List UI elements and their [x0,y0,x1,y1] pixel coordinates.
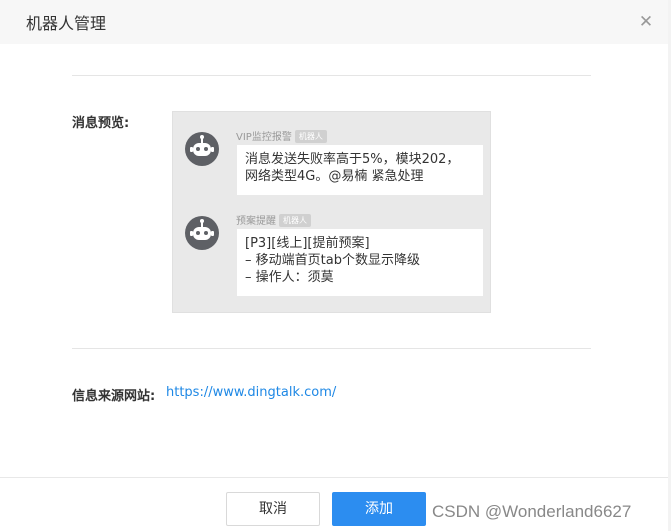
cancel-button[interactable]: 取消 [226,492,320,526]
message-preview-label: 消息预览: [72,116,130,131]
robot-tag: 机器人 [279,214,311,227]
source-website-link[interactable]: https://www.dingtalk.com/ [166,385,336,400]
robot-tag: 机器人 [294,130,327,143]
robot-avatar-icon [185,132,219,166]
source-website-label: 信息来源网站: [72,389,156,404]
divider-top [72,75,591,76]
watermark: CSDN @Wonderland6627 [432,502,632,521]
sender-name: 预案提醒 [236,216,276,227]
message-sender: VIP监控报警 机器人 [236,128,327,143]
close-icon[interactable]: ✕ [636,12,656,32]
divider-bottom [72,348,591,349]
dialog-title: 机器人管理 [26,14,107,33]
message-bubble: 消息发送失败率高于5%，模块202， 网络类型4G。@易楠 紧急处理 [237,145,483,195]
message-preview-box: VIP监控报警 机器人 消息发送失败率高于5%，模块202， 网络类型4G。@易楠… [172,111,491,313]
sender-name: VIP监控报警 [236,132,292,143]
robot-management-dialog: 机器人管理 ✕ 消息预览: VIP监控报警 机器人 消息发送失败率高于5%，模块… [0,0,668,531]
dialog-header: 机器人管理 ✕ [0,0,668,44]
message-bubble: [P3][线上][提前预案] – 移动端首页tab个数显示降级 – 操作人：须莫 [237,229,483,296]
message-sender: 预案提醒 机器人 [236,212,311,227]
robot-avatar-icon [185,216,219,250]
add-button[interactable]: 添加 [332,492,426,526]
